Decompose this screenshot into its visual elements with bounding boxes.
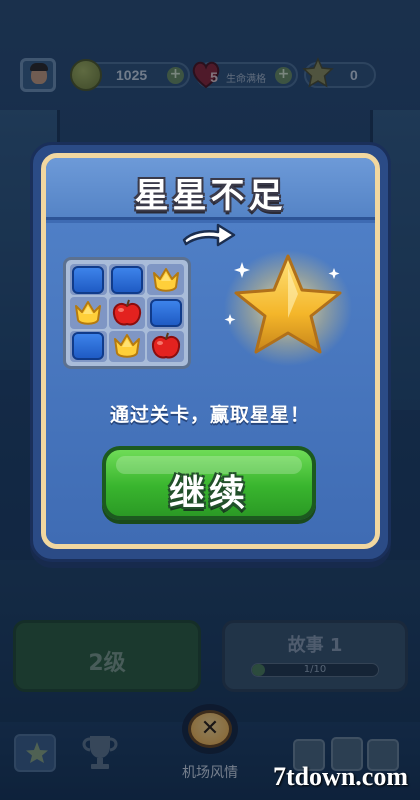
board-tile-apple (108, 297, 146, 329)
arrow-right-icon (182, 223, 236, 247)
apple-icon (151, 333, 180, 359)
dialog-message: 通过关卡，赢取星星！ (109, 404, 310, 426)
watermark: 7tdown.com (272, 762, 408, 791)
blue-box-icon (149, 298, 182, 327)
blue-box-icon (110, 265, 143, 294)
board-tile-box (147, 297, 184, 329)
board-tile-apple (147, 330, 184, 362)
tulip-icon (75, 300, 102, 325)
gold-star-icon (224, 250, 352, 366)
board-tile-tulip (147, 264, 184, 296)
blue-box-icon (72, 332, 105, 361)
tulip-icon (152, 267, 179, 292)
dialog-title: 星星不足 (134, 176, 287, 216)
board-tile-box (70, 330, 107, 362)
dialog-header: 星星不足 (46, 158, 375, 220)
board-tile-box (70, 264, 107, 296)
tulip-icon (113, 334, 140, 359)
blue-box-icon (72, 265, 105, 294)
board-tile-tulip (70, 297, 107, 329)
match-board (63, 257, 191, 369)
continue-label: 继续 (168, 473, 249, 514)
apple-icon (112, 299, 141, 326)
board-tile-box (108, 264, 146, 296)
continue-button[interactable]: 继续 (102, 446, 316, 520)
board-tile-tulip (108, 330, 146, 362)
